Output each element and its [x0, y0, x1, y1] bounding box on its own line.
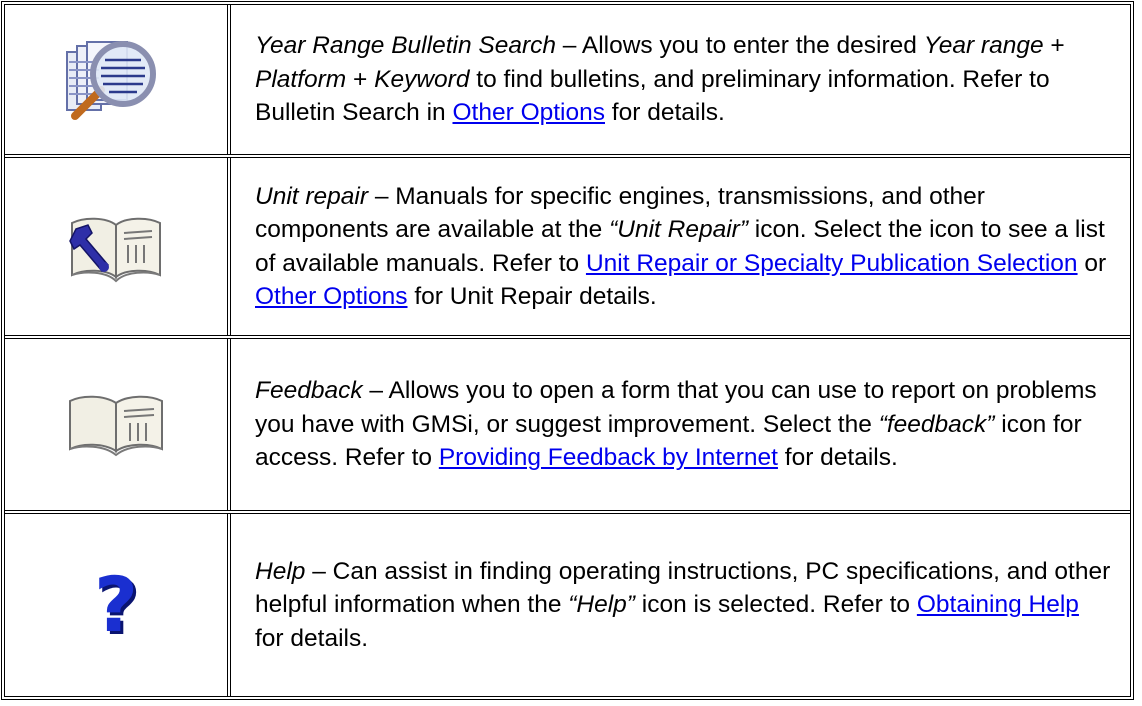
other-options-link[interactable]: Other Options	[255, 283, 408, 310]
description-cell: Year Range Bulletin Search – Allows you …	[231, 5, 1130, 154]
feature-title: Help	[255, 557, 306, 585]
description-text: Feedback – Allows you to open a form tha…	[255, 377, 1097, 472]
description-cell: Feedback – Allows you to open a form tha…	[231, 339, 1130, 510]
wrench-book-icon	[69, 217, 161, 282]
description-text: Unit repair – Manuals for specific engin…	[255, 182, 1107, 311]
feature-title: Feedback	[255, 377, 363, 405]
question-mark-icon: ?	[93, 560, 139, 649]
table-row-feedback: Feedback – Allows you to open a form tha…	[5, 339, 1130, 510]
description-cell: Unit repair – Manuals for specific engin…	[231, 158, 1130, 335]
other-options-link[interactable]: Other Options	[452, 99, 605, 126]
icon-cell	[5, 158, 231, 335]
feature-title: Year Range Bulletin Search	[255, 32, 556, 60]
icon-cell: ?	[5, 514, 231, 696]
feature-title: Unit repair	[255, 182, 369, 210]
providing-feedback-link[interactable]: Providing Feedback by Internet	[439, 444, 778, 471]
icon-cell	[5, 339, 231, 510]
magnifier-over-bulletins-icon	[66, 40, 156, 120]
unit-repair-selection-link[interactable]: Unit Repair or Specialty Publication Sel…	[586, 250, 1078, 277]
table-row-help: ? Help – Can assist in finding operating…	[5, 514, 1130, 696]
icons-table: Year Range Bulletin Search – Allows you …	[1, 1, 1134, 700]
description-cell: Help – Can assist in finding operating i…	[231, 514, 1130, 696]
description-text: Help – Can assist in finding operating i…	[255, 557, 1111, 652]
obtaining-help-link[interactable]: Obtaining Help	[917, 591, 1079, 618]
icon-cell	[5, 5, 231, 154]
table-row-bulletin-search: Year Range Bulletin Search – Allows you …	[5, 5, 1130, 154]
table-row-unit-repair: Unit repair – Manuals for specific engin…	[5, 158, 1130, 335]
open-book-icon	[69, 395, 163, 456]
description-text: Year Range Bulletin Search – Allows you …	[255, 32, 1065, 127]
